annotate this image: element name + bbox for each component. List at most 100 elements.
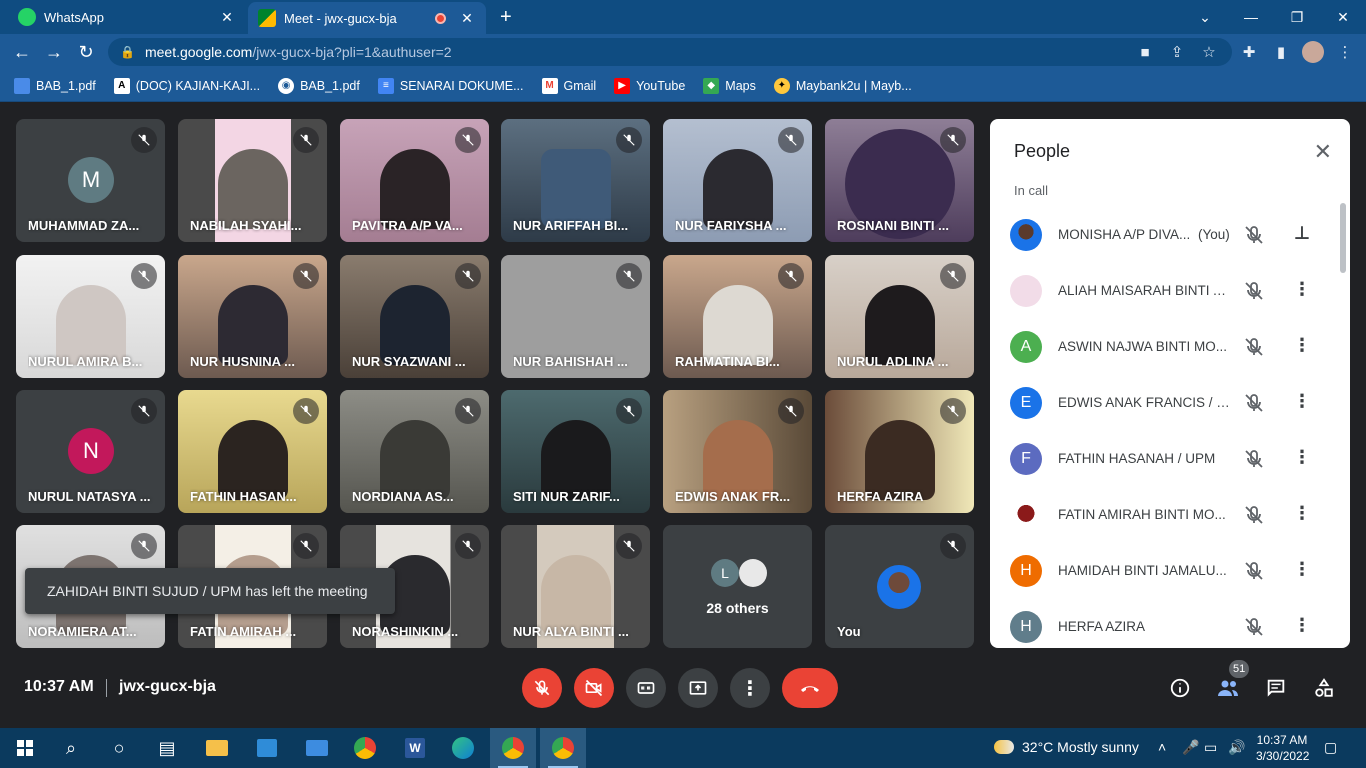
store-icon[interactable] — [244, 728, 290, 768]
more-options-icon[interactable]: ⋮ — [1290, 445, 1314, 469]
bookmark-item[interactable]: ◆ Maps — [703, 77, 756, 94]
bookmark-star-icon[interactable]: ☆ — [1198, 41, 1220, 63]
meeting-details-button[interactable] — [1168, 676, 1192, 700]
participant-name: ROSNANI BINTI ... — [837, 218, 949, 233]
close-tab-icon[interactable]: ✕ — [218, 9, 236, 26]
present-button[interactable] — [678, 668, 718, 708]
participant-row[interactable]: MONISHA A/P DIVA... (You) ⊥ — [990, 207, 1350, 263]
captions-button[interactable] — [626, 668, 666, 708]
tab-meet[interactable]: Meet - jwx-gucx-bja ✕ — [248, 2, 486, 34]
mic-toggle-button[interactable] — [522, 668, 562, 708]
edge-icon[interactable] — [440, 728, 486, 768]
self-tile[interactable]: You — [825, 525, 974, 648]
participant-tile[interactable]: NUR ALYA BINTI ... — [501, 525, 650, 648]
participant-row[interactable]: ALIAH MAISARAH BINTI A... ⋮ — [990, 263, 1350, 319]
bookmark-item[interactable]: M Gmail — [541, 77, 596, 94]
participant-tile[interactable]: EDWIS ANAK FR... — [663, 390, 812, 513]
side-panel-icon[interactable]: ▮ — [1270, 41, 1292, 63]
more-options-icon[interactable]: ⋮ — [1290, 557, 1314, 581]
participant-tile[interactable]: RAHMATINA BI... — [663, 255, 812, 378]
participant-tile[interactable]: SITI NUR ZARIF... — [501, 390, 650, 513]
chevron-up-icon[interactable]: ˄ — [1158, 739, 1166, 755]
minimize-button[interactable]: — — [1228, 0, 1274, 34]
chat-button[interactable] — [1264, 676, 1288, 700]
participant-tile[interactable]: PAVITRA A/P VA... — [340, 119, 489, 242]
search-icon[interactable]: ⌕ — [48, 728, 94, 768]
address-bar[interactable]: 🔒 meet.google.com/jwx-gucx-bja?pli=1&aut… — [108, 38, 1232, 66]
participant-tile[interactable]: NUR FARIYSHA ... — [663, 119, 812, 242]
bookmark-item[interactable]: ▶ YouTube — [614, 77, 685, 94]
network-icon[interactable]: ▭ — [1204, 739, 1217, 756]
leave-call-button[interactable] — [782, 668, 838, 708]
participant-tile[interactable]: FATHIN HASAN... — [178, 390, 327, 513]
system-clock[interactable]: 10:37 AM 3/30/2022 — [1256, 732, 1309, 764]
participant-tile[interactable]: NUR ARIFFAH BI... — [501, 119, 650, 242]
participant-row[interactable]: H HERFA AZIRA ⋮ — [990, 599, 1350, 648]
close-window-button[interactable]: ✕ — [1320, 0, 1366, 34]
chrome-icon[interactable] — [342, 728, 388, 768]
bookmark-item[interactable]: ✦ Maybank2u | Mayb... — [773, 77, 912, 94]
participant-row[interactable]: F FATHIN HASANAH / UPM ⋮ — [990, 431, 1350, 487]
word-icon[interactable]: W — [392, 728, 438, 768]
more-options-icon[interactable]: ⋮ — [1290, 277, 1314, 301]
widgets-icon[interactable]: ▤ — [144, 728, 190, 768]
mic-off-icon — [455, 398, 481, 424]
bookmark-item[interactable]: ◉ BAB_1.pdf — [278, 77, 360, 94]
participant-row[interactable]: FATIN AMIRAH BINTI MO... ⋮ — [990, 487, 1350, 543]
people-button[interactable] — [1216, 676, 1240, 700]
participant-tile[interactable]: M MUHAMMAD ZA... — [16, 119, 165, 242]
weather-widget[interactable]: 32°C Mostly sunny — [994, 739, 1139, 755]
bookmark-item[interactable]: A (DOC) KAJIAN-KAJI... — [113, 77, 260, 94]
more-options-button[interactable]: ⋮ — [730, 668, 770, 708]
tab-whatsapp[interactable]: WhatsApp ✕ — [8, 0, 246, 34]
reload-button[interactable]: ↻ — [74, 40, 98, 64]
chrome-meet-window-icon[interactable] — [540, 728, 586, 768]
participant-tile[interactable]: N NURUL NATASYA ... — [16, 390, 165, 513]
camera-toggle-button[interactable] — [574, 668, 614, 708]
others-tile[interactable]: L 28 others — [663, 525, 812, 648]
profile-avatar[interactable] — [1302, 41, 1324, 63]
scrollbar[interactable] — [1340, 203, 1346, 273]
new-tab-button[interactable]: + — [500, 6, 512, 29]
extensions-icon[interactable]: ✚ — [1238, 41, 1260, 63]
more-options-icon[interactable]: ⋮ — [1290, 333, 1314, 357]
mail-icon[interactable] — [294, 728, 340, 768]
participant-tile[interactable]: ROSNANI BINTI ... — [825, 119, 974, 242]
participant-row[interactable]: A ASWIN NAJWA BINTI MO... ⋮ — [990, 319, 1350, 375]
activities-button[interactable] — [1312, 676, 1336, 700]
participant-tile[interactable]: NURUL AMIRA B... — [16, 255, 165, 378]
participant-tile[interactable]: NABILAH SYAHI... — [178, 119, 327, 242]
task-view-icon[interactable]: ○ — [96, 728, 142, 768]
participant-row[interactable]: H HAMIDAH BINTI JAMALU... ⋮ — [990, 543, 1350, 599]
participant-tile[interactable]: NUR HUSNINA ... — [178, 255, 327, 378]
menu-icon[interactable]: ⋮ — [1334, 41, 1356, 63]
more-options-icon[interactable]: ⋮ — [1290, 389, 1314, 413]
restore-button[interactable]: ❐ — [1274, 0, 1320, 34]
participant-name: FATHIN HASAN... — [190, 489, 297, 504]
participant-tile[interactable]: NURUL ADLINA ... — [825, 255, 974, 378]
more-options-icon[interactable]: ⋮ — [1290, 613, 1314, 637]
pin-icon[interactable]: ⊥ — [1290, 221, 1314, 245]
notifications-icon[interactable]: ▢ — [1324, 739, 1337, 756]
share-icon[interactable]: ⇪ — [1166, 41, 1188, 63]
lock-icon[interactable]: 🔒 — [120, 45, 135, 59]
participant-tile[interactable]: NUR SYAZWANI ... — [340, 255, 489, 378]
back-button[interactable]: ← — [10, 40, 34, 64]
bookmark-item[interactable]: BAB_1.pdf — [14, 77, 96, 94]
microphone-icon[interactable]: 🎤 — [1182, 739, 1199, 756]
participant-tile[interactable]: HERFA AZIRA — [825, 390, 974, 513]
tab-search-icon[interactable]: ⌄ — [1182, 0, 1228, 34]
participant-row[interactable]: E EDWIS ANAK FRANCIS / U... ⋮ — [990, 375, 1350, 431]
volume-icon[interactable]: 🔊 — [1228, 739, 1245, 756]
close-tab-icon[interactable]: ✕ — [458, 10, 476, 27]
close-icon[interactable]: ✕ — [1314, 139, 1332, 165]
windows-start-icon[interactable] — [2, 728, 48, 768]
camera-icon[interactable]: ■ — [1134, 41, 1156, 63]
chrome-profile-icon[interactable] — [490, 728, 536, 768]
file-explorer-icon[interactable] — [194, 728, 240, 768]
participant-tile[interactable]: NORDIANA AS... — [340, 390, 489, 513]
bookmark-item[interactable]: ≡ SENARAI DOKUME... — [377, 77, 524, 94]
participant-tile[interactable]: NUR BAHISHAH ... — [501, 255, 650, 378]
forward-button[interactable]: → — [42, 40, 66, 64]
more-options-icon[interactable]: ⋮ — [1290, 501, 1314, 525]
